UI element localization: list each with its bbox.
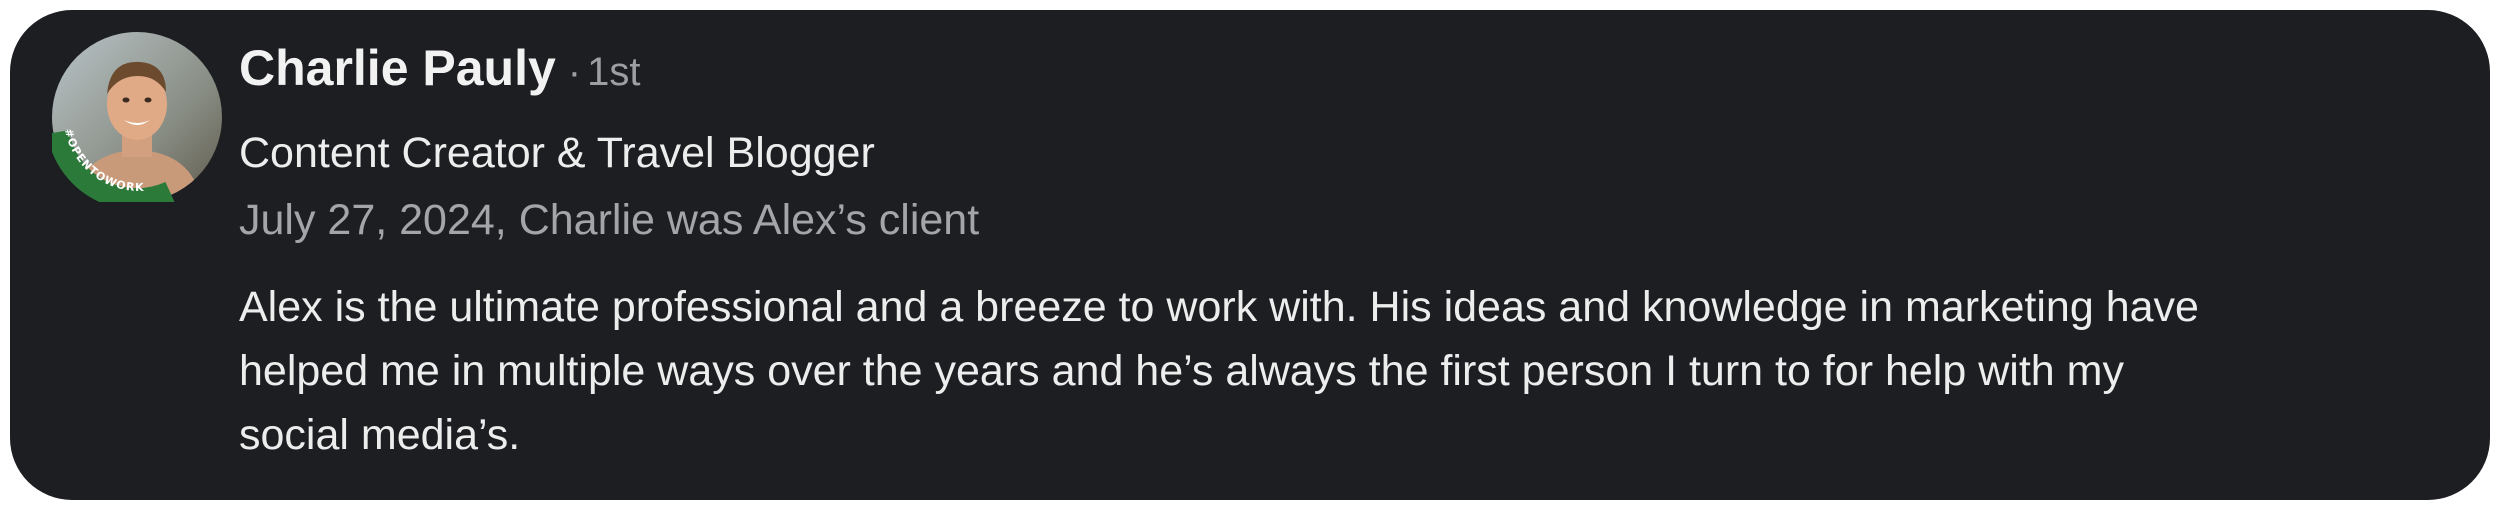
separator-dot: · [567, 50, 582, 94]
recommendation-text: Alex is the ultimate professional and a … [239, 275, 2459, 467]
connection-degree: 1st [587, 50, 641, 94]
profile-photo-icon: #OPENTOWORK [52, 32, 222, 202]
recommendation-text-line: helped me in multiple ways over the year… [239, 347, 2124, 395]
recommendation-text-line: social media’s. [239, 411, 521, 459]
recommendation-card: #OPENTOWORK Charlie Pauly · 1st Content Cr… [10, 10, 2490, 500]
author-name[interactable]: Charlie Pauly [239, 40, 556, 96]
recommendation-text-line: Alex is the ultimate professional and a … [239, 283, 2199, 331]
relationship-date: July 27, 2024, Charlie was Alex’s client [239, 196, 980, 244]
author-name-line: Charlie Pauly · 1st [239, 38, 640, 98]
avatar[interactable]: #OPENTOWORK [52, 32, 222, 202]
author-headline: Content Creator & Travel Blogger [239, 129, 875, 177]
